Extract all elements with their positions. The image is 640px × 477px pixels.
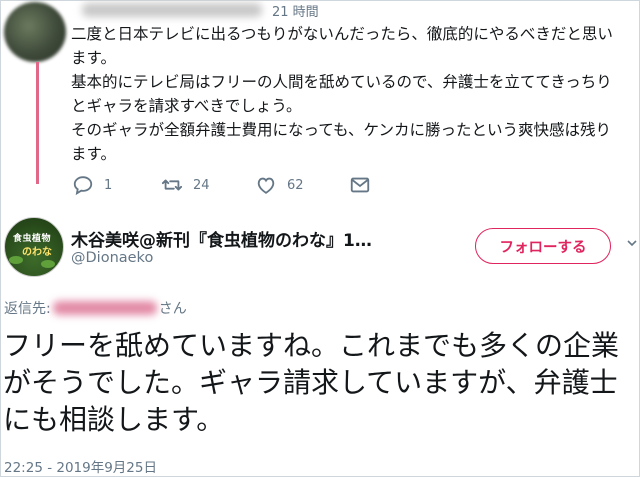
parent-line: とギャラを請求すべきでしょう。	[71, 97, 302, 115]
parent-line: ます。	[71, 145, 116, 163]
avatar-leaf-decoration	[41, 260, 55, 268]
tweet-timestamp[interactable]: 22:25 - 2019年9月25日	[4, 456, 157, 476]
thread-line	[36, 62, 39, 184]
parent-line: そのギャラが全額弁護士費用になっても、ケンカに勝ったという爽快感は残り	[71, 121, 612, 139]
reply-to-line: 返信先: さん	[4, 298, 187, 318]
parent-actions: 1 24 62	[0, 174, 640, 198]
avatar-leaf-decoration	[9, 256, 23, 264]
tweet-text: フリーを舐めていますね。これまでも多くの企業がそうでした。ギャラ請求していますが…	[3, 329, 620, 436]
parent-line: ます。	[71, 49, 116, 67]
author-handle[interactable]: @Dionaeko	[71, 250, 153, 266]
reply-icon	[73, 176, 93, 196]
reply-to-user-redacted[interactable]	[52, 301, 157, 315]
reply-button[interactable]: 1	[72, 174, 112, 196]
follow-button[interactable]: フォローする	[475, 228, 611, 264]
like-icon	[257, 177, 275, 194]
author-display-name[interactable]: 木谷美咲@新刊『食虫植物のわな』1…	[71, 226, 372, 251]
parent-line: 基本的にテレビ局はフリーの人間を舐めているので、弁護士を立ててきっちり	[71, 73, 612, 91]
retweet-icon	[161, 179, 183, 191]
parent-avatar[interactable]	[4, 2, 66, 62]
message-icon	[350, 177, 370, 193]
parent-line: 二度と日本テレビに出るつもりがないんだったら、徹底的にやるべきだと思い	[71, 25, 613, 43]
parent-time[interactable]: 21 時間	[272, 1, 319, 20]
retweet-button[interactable]: 24	[161, 174, 210, 196]
avatar-logo-text: のわな	[22, 247, 52, 258]
chevron-down-icon[interactable]	[627, 238, 637, 248]
parent-author-name-redacted	[82, 3, 262, 17]
author-avatar[interactable]: 食虫植物 のわな	[4, 217, 64, 277]
reply-to-suffix: さん	[158, 301, 187, 317]
retweet-count: 24	[193, 177, 210, 193]
reply-count: 1	[104, 177, 113, 193]
parent-tweet-text: 二度と日本テレビに出るつもりがないんだったら、徹底的にやるべきだと思い ます。 …	[71, 22, 636, 166]
reply-to-prefix: 返信先:	[4, 301, 51, 317]
message-button[interactable]	[349, 174, 371, 196]
like-button[interactable]: 62	[255, 174, 304, 196]
like-count: 62	[287, 177, 304, 193]
